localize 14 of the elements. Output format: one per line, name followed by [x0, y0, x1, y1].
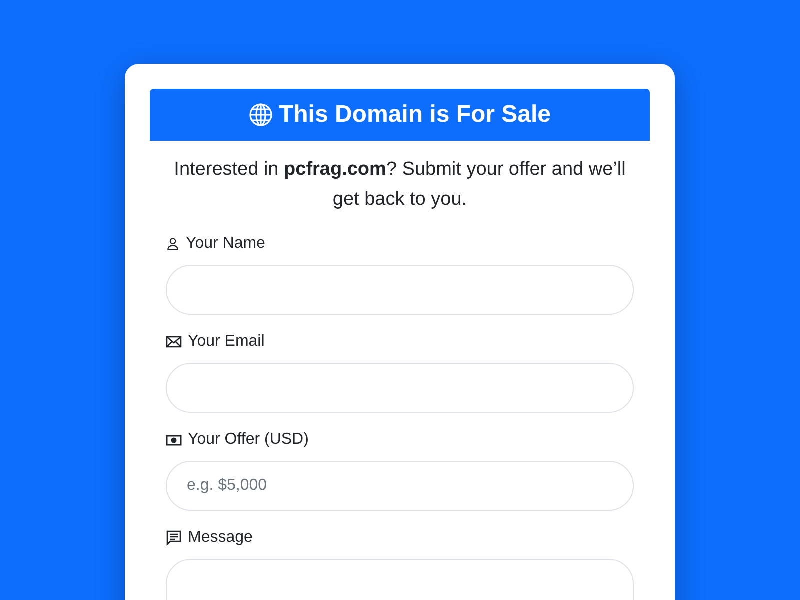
field-label: Message — [188, 529, 253, 547]
page-title: This Domain is For Sale — [278, 101, 552, 129]
name-field[interactable] — [166, 265, 634, 315]
person-icon — [166, 237, 180, 251]
offer-field[interactable]: e.g. $5,000 — [166, 461, 634, 511]
field-label: Your Offer (USD) — [188, 431, 309, 449]
envelope-icon — [166, 335, 182, 349]
chat-icon — [166, 530, 182, 546]
cash-icon — [166, 433, 182, 447]
email-field[interactable] — [166, 363, 634, 413]
field-label: Your Email — [188, 333, 265, 351]
globe-icon — [248, 103, 273, 127]
field-label: Your Name — [186, 235, 266, 253]
intro-text: Interested in pcfrag.com? Submit your offer and we’ll get back to you. — [173, 158, 627, 212]
